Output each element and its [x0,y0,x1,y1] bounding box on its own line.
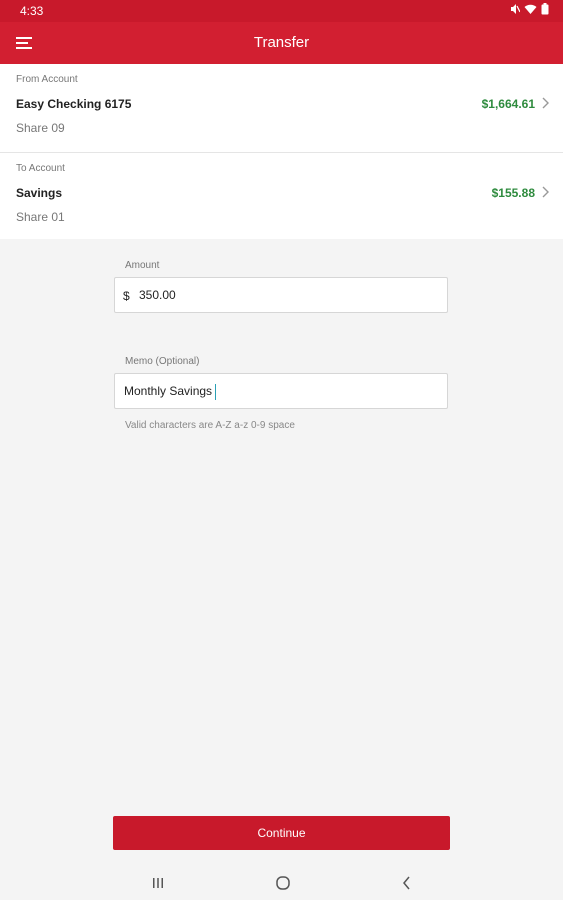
text-cursor [215,384,216,400]
from-account-balance: $1,664.61 [481,97,535,111]
memo-input[interactable] [124,374,439,408]
amount-field[interactable]: $ [114,277,448,313]
to-account-name: Savings [16,186,63,200]
from-account-caption: From Account [16,74,78,85]
to-account-selector[interactable]: To Account Savings Share 01 $155.88 [0,153,563,239]
currency-symbol: $ [123,289,130,303]
from-account-share: Share 09 [16,121,65,135]
amount-input[interactable] [139,278,439,312]
from-account-name: Easy Checking 6175 [16,97,132,111]
system-nav-bar [0,866,563,900]
from-account-selector[interactable]: From Account Easy Checking 6175 Share 09… [0,64,563,152]
page-title: Transfer [253,34,310,51]
to-account-caption: To Account [16,163,65,174]
memo-field[interactable] [114,373,448,409]
wifi-icon [524,4,537,14]
hamburger-menu-icon[interactable] [14,34,34,52]
memo-label: Memo (Optional) [125,356,200,367]
mute-icon [511,4,520,14]
app-bar: Transfer [0,22,563,64]
recent-apps-icon[interactable] [148,873,168,893]
status-icons [510,3,549,15]
status-time: 4:33 [20,4,44,18]
amount-label: Amount [125,260,160,271]
memo-hint: Valid characters are A-Z a-z 0-9 space [125,420,295,431]
chevron-right-icon [542,97,549,109]
continue-button[interactable]: Continue [113,816,450,850]
status-bar: 4:33 [0,0,563,22]
battery-icon [541,3,549,15]
to-account-balance: $155.88 [491,186,535,200]
back-icon[interactable] [397,873,417,893]
chevron-right-icon [542,186,549,198]
to-account-share: Share 01 [16,210,65,224]
home-icon[interactable] [273,873,293,893]
